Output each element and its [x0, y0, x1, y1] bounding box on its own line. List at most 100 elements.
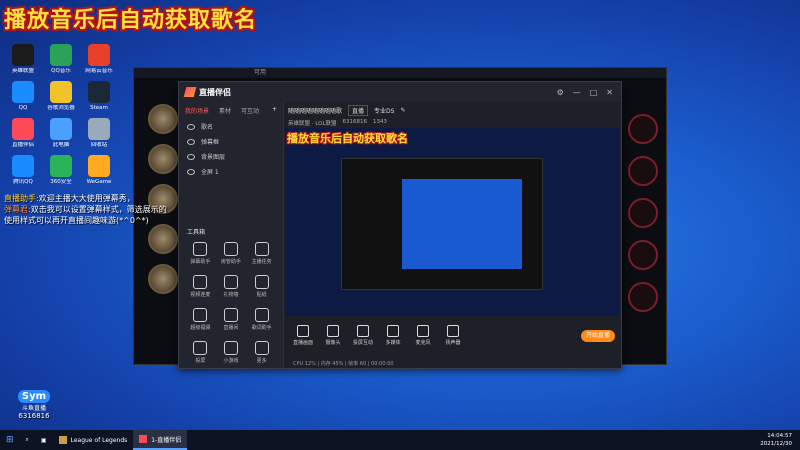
taskbar-app-companion[interactable]: 1-直播伴侣	[133, 430, 188, 450]
scene-item[interactable]: 弹幕框	[179, 134, 283, 149]
desktop-icon-label: 英雄联盟	[11, 68, 34, 74]
champion-portrait[interactable]	[148, 144, 178, 174]
edit-icon[interactable]: ✎	[400, 107, 405, 114]
app-icon	[12, 155, 34, 177]
desktop-icon[interactable]: 网易云音乐	[80, 44, 118, 75]
desktop-icon[interactable]: Steam	[80, 81, 118, 112]
source-button[interactable]: 麦克风	[409, 325, 437, 346]
source-button[interactable]: 投屏互动	[349, 325, 377, 346]
champion-portrait[interactable]	[148, 104, 178, 134]
tool-icon	[193, 275, 208, 289]
desktop-icon[interactable]: WeGame	[80, 155, 118, 186]
league-icon	[58, 436, 67, 444]
danmaku-chat-overlay: 直播助手:欢迎主播大大使用弹幕秀， 弹幕君:双击我可以设置弹幕样式，筛选展示的 …	[4, 193, 184, 226]
desktop-icon[interactable]: 回收站	[80, 118, 118, 149]
desktop-icon-label: Steam	[90, 105, 108, 111]
desktop-icon[interactable]: 谷歌浏览器	[42, 81, 80, 112]
desktop-icon[interactable]: QQ	[4, 81, 42, 112]
room-status-chip[interactable]: 直播	[348, 105, 369, 116]
scene-item[interactable]: 全屏 1	[179, 164, 283, 179]
tool-icon	[223, 275, 238, 289]
tool-label: 歌词助手	[251, 325, 272, 331]
tool-label: 主播任务	[251, 259, 272, 265]
tool-button[interactable]: 主播任务	[246, 242, 277, 265]
tool-label: 贴纸	[256, 292, 267, 298]
app-icon	[88, 44, 110, 66]
tab-my-scenes[interactable]: 我的场景	[185, 106, 209, 115]
visibility-icon[interactable]	[187, 153, 195, 160]
desktop-icon-label: 腾讯QQ	[13, 179, 33, 185]
live-companion-window[interactable]: 直播伴侣 ⚙ — □ ✕ 我的场景 素材 可互动 + 歌名 弹幕框 背景图层 全…	[178, 81, 622, 369]
taskbar-app-league[interactable]: League of Legends	[53, 430, 134, 450]
settings-icon[interactable]: ⚙	[557, 88, 564, 97]
chat-message: 弹幕君:双击我可以设置弹幕样式，筛选展示的	[4, 205, 167, 214]
enemy-slot	[628, 240, 658, 270]
tool-button[interactable]: 贴纸	[246, 275, 277, 298]
start-live-button[interactable]: 开始直播	[581, 330, 615, 342]
desktop-icon[interactable]: 腾讯QQ	[4, 155, 42, 186]
preview-overlay-title: 播放音乐后自动获取歌名	[287, 132, 408, 145]
category-label[interactable]: 专业DS	[374, 106, 394, 115]
tool-button[interactable]: 视频连麦	[185, 275, 216, 298]
game-mode: 英雄联盟 · LOL联盟	[288, 121, 337, 127]
clock-date: 2021/12/30	[760, 441, 792, 447]
companion-icon	[139, 435, 148, 443]
tool-button[interactable]: 更多	[246, 341, 277, 364]
clock-time: 14:04:57	[767, 433, 792, 439]
desktop-icon-label: 回收站	[90, 142, 108, 148]
close-icon[interactable]: ✕	[606, 88, 613, 97]
system-clock[interactable]: 14:04:57 2021/12/30	[760, 432, 792, 448]
toolbox-grid: 弹幕助手 房管助手 主播任务视频连麦 礼物墙 贴纸超级福袋 直播间 歌词助手投屏 小游戏 更多	[179, 236, 283, 370]
desktop-icon[interactable]: 英雄联盟	[4, 44, 42, 75]
source-icon	[297, 325, 309, 337]
tool-icon	[254, 308, 269, 322]
app-icon	[12, 81, 34, 103]
desktop-icon[interactable]: 直播伴侣	[4, 118, 42, 149]
tab-materials[interactable]: 素材	[219, 106, 231, 115]
source-button[interactable]: 摄像头	[319, 325, 347, 346]
scene-item[interactable]: 背景图层	[179, 149, 283, 164]
tool-label: 超级福袋	[190, 325, 211, 331]
source-label: 多媒体	[385, 340, 401, 346]
desktop-icon[interactable]: QQ音乐	[42, 44, 80, 75]
desktop-icon[interactable]: 360安全	[42, 155, 80, 186]
tool-button[interactable]: 投屏	[185, 341, 216, 364]
tool-button[interactable]: 超级福袋	[185, 308, 216, 331]
search-icon[interactable]: ⌕	[20, 430, 35, 450]
visibility-icon[interactable]	[187, 168, 195, 175]
minimize-icon[interactable]: —	[573, 88, 581, 97]
live-preview-canvas[interactable]: 播放音乐后自动获取歌名	[285, 128, 619, 316]
source-button[interactable]: 直播画面	[289, 325, 317, 346]
source-button[interactable]: 扬声器	[439, 325, 467, 346]
desktop-icon-label: WeGame	[86, 179, 112, 185]
desktop-icon-label: 直播伴侣	[11, 142, 34, 148]
app-title: 直播伴侣	[199, 87, 231, 97]
app-titlebar: 直播伴侣 ⚙ — □ ✕	[179, 82, 621, 102]
room-title[interactable]: 随随随随随随随随歌	[288, 106, 342, 115]
tool-button[interactable]: 歌词助手	[246, 308, 277, 331]
tool-button[interactable]: 直播间	[216, 308, 247, 331]
scene-item[interactable]: 歌名	[179, 119, 283, 134]
visibility-icon[interactable]	[187, 138, 195, 145]
toolbox-header: 工具箱	[187, 229, 206, 236]
enemy-slot	[628, 114, 658, 144]
sidebar-tabs: 我的场景 素材 可互动 +	[179, 102, 283, 119]
tool-label: 投屏	[195, 358, 206, 364]
tool-button[interactable]: 房管助手	[216, 242, 247, 265]
task-view-icon[interactable]: ▣	[35, 430, 53, 450]
tab-interactive[interactable]: 可互动	[241, 106, 259, 115]
fan-count: 6316816	[342, 119, 368, 125]
maximize-icon[interactable]: □	[590, 88, 598, 97]
visibility-icon[interactable]	[187, 123, 195, 130]
start-button[interactable]: ⊞	[0, 430, 20, 450]
tool-icon	[254, 341, 269, 355]
tool-button[interactable]: 礼物墙	[216, 275, 247, 298]
source-button[interactable]: 多媒体	[379, 325, 407, 346]
desktop-icon[interactable]: 此电脑	[42, 118, 80, 149]
add-scene-icon[interactable]: +	[272, 106, 277, 115]
tool-button[interactable]: 弹幕助手	[185, 242, 216, 265]
champion-portrait[interactable]	[148, 264, 178, 294]
room-id: 6316816	[18, 412, 50, 420]
champion-portrait[interactable]	[148, 224, 178, 254]
tool-button[interactable]: 小游戏	[216, 341, 247, 364]
